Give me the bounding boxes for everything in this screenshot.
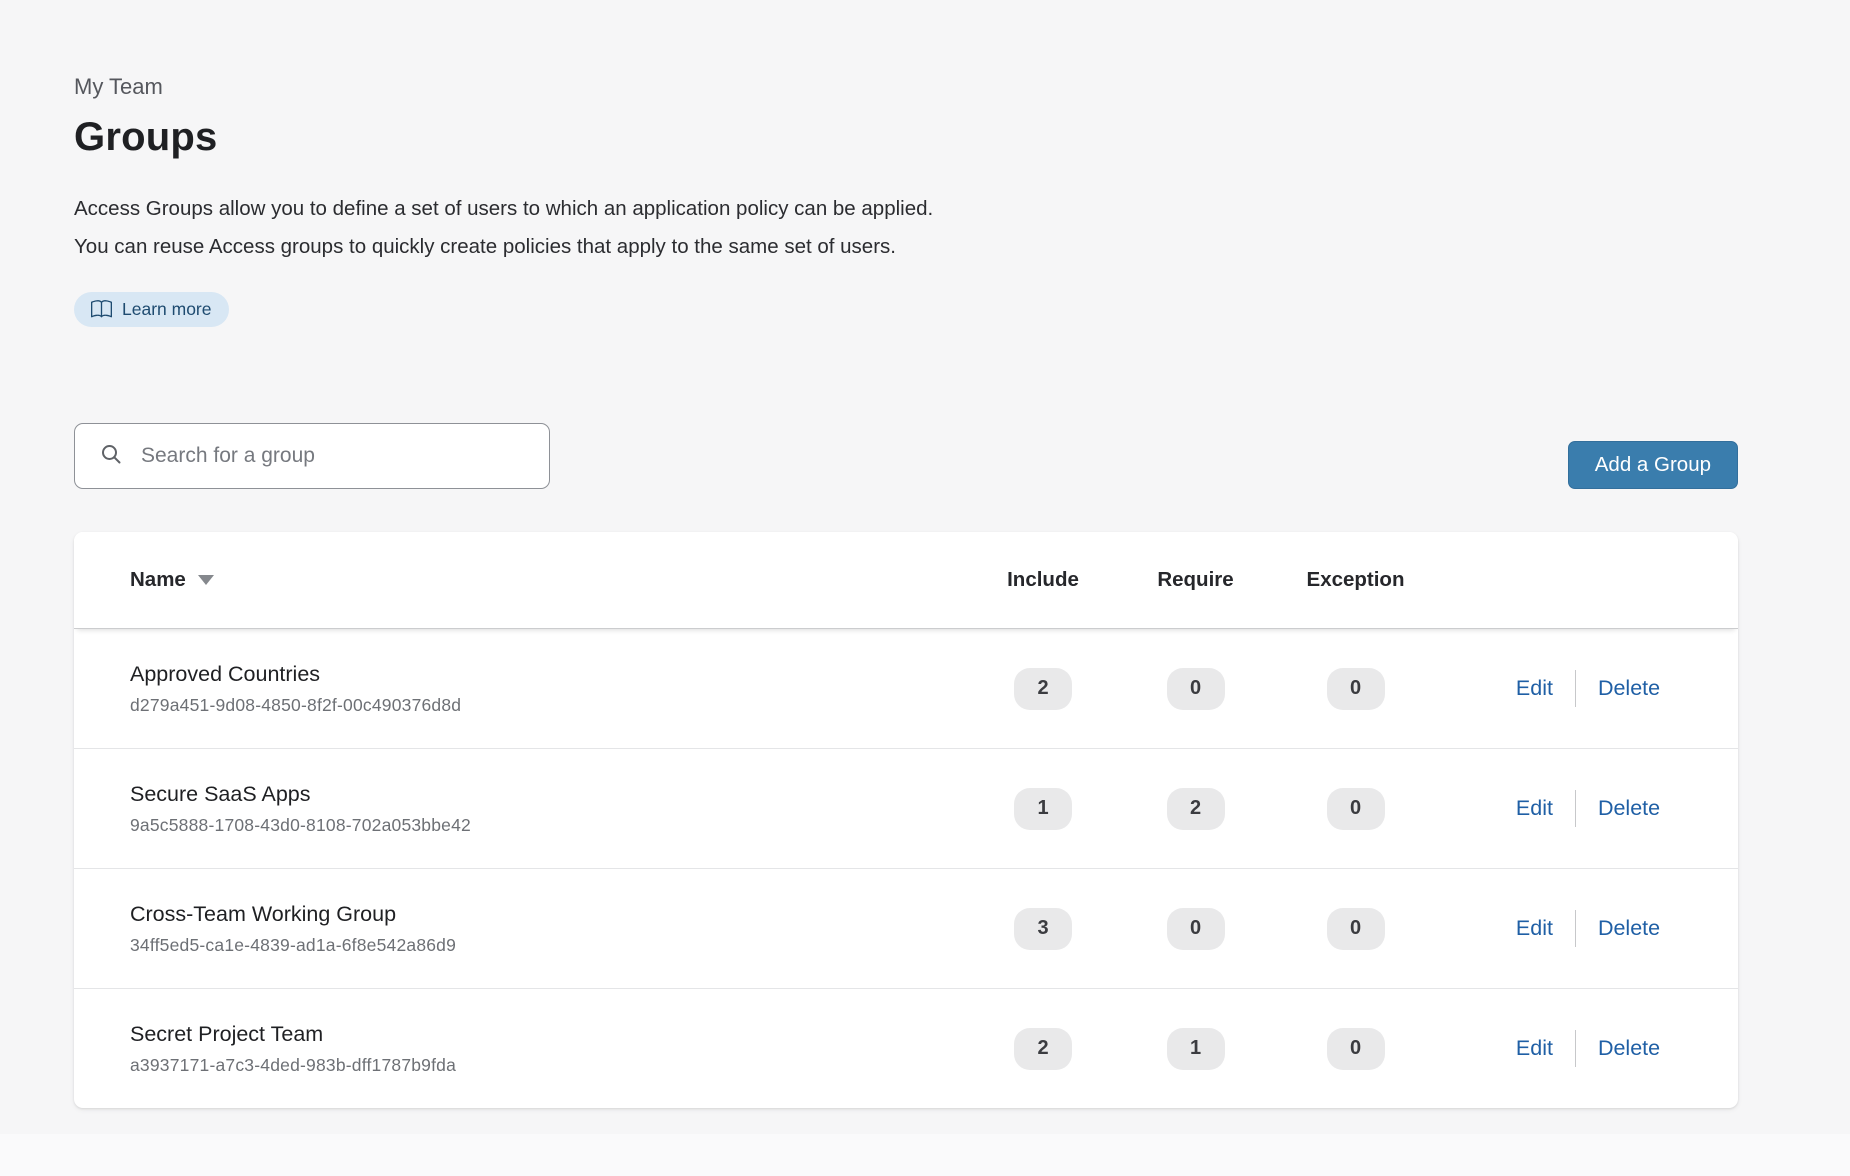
row-actions: Edit Delete [1438, 1030, 1738, 1067]
column-header-include: Include [968, 568, 1118, 592]
group-name: Approved Countries [130, 661, 968, 688]
include-cell: 1 [968, 788, 1118, 830]
require-count-badge: 1 [1167, 1028, 1225, 1070]
require-cell: 0 [1118, 908, 1273, 950]
name-header-label: Name [130, 568, 186, 592]
group-id: d279a451-9d08-4850-8f2f-00c490376d8d [130, 695, 968, 716]
include-cell: 2 [968, 668, 1118, 710]
table-row: Cross-Team Working Group 34ff5ed5-ca1e-4… [74, 868, 1738, 988]
learn-more-link[interactable]: Learn more [74, 292, 229, 327]
table-header: Name Include Require Exception [74, 532, 1738, 629]
edit-link[interactable]: Edit [1516, 916, 1553, 941]
delete-link[interactable]: Delete [1598, 796, 1660, 821]
breadcrumb[interactable]: My Team [74, 74, 1738, 100]
column-header-require: Require [1118, 568, 1273, 592]
description-line-1: Access Groups allow you to define a set … [74, 190, 1738, 228]
toolbar: Add a Group [74, 423, 1738, 489]
edit-link[interactable]: Edit [1516, 676, 1553, 701]
sort-descending-icon [198, 575, 214, 585]
table-row: Approved Countries d279a451-9d08-4850-8f… [74, 629, 1738, 748]
edit-link[interactable]: Edit [1516, 1036, 1553, 1061]
group-name: Cross-Team Working Group [130, 901, 968, 928]
require-count-badge: 0 [1167, 668, 1225, 710]
page-bottom-strip [0, 1134, 1850, 1176]
require-cell: 2 [1118, 788, 1273, 830]
description-line-2: You can reuse Access groups to quickly c… [74, 228, 1738, 266]
table-row: Secret Project Team a3937171-a7c3-4ded-9… [74, 988, 1738, 1108]
group-search[interactable] [74, 423, 550, 489]
page-title: Groups [74, 114, 1738, 160]
group-id: a3937171-a7c3-4ded-983b-dff1787b9fda [130, 1055, 968, 1076]
groups-table: Name Include Require Exception Approved … [74, 532, 1738, 1108]
action-divider [1575, 790, 1576, 827]
row-actions: Edit Delete [1438, 910, 1738, 947]
include-cell: 2 [968, 1028, 1118, 1070]
search-icon [99, 442, 123, 471]
group-name-cell: Secure SaaS Apps 9a5c5888-1708-43d0-8108… [74, 781, 968, 836]
group-name: Secret Project Team [130, 1021, 968, 1048]
group-id: 34ff5ed5-ca1e-4839-ad1a-6f8e542a86d9 [130, 935, 968, 956]
page-description: Access Groups allow you to define a set … [74, 190, 1738, 266]
action-divider [1575, 670, 1576, 707]
group-name-cell: Cross-Team Working Group 34ff5ed5-ca1e-4… [74, 901, 968, 956]
exception-count-badge: 0 [1327, 668, 1385, 710]
exception-count-badge: 0 [1327, 788, 1385, 830]
group-id: 9a5c5888-1708-43d0-8108-702a053bbe42 [130, 815, 968, 836]
exception-cell: 0 [1273, 788, 1438, 830]
delete-link[interactable]: Delete [1598, 1036, 1660, 1061]
row-actions: Edit Delete [1438, 790, 1738, 827]
delete-link[interactable]: Delete [1598, 916, 1660, 941]
add-group-button[interactable]: Add a Group [1568, 441, 1738, 489]
include-cell: 3 [968, 908, 1118, 950]
include-count-badge: 3 [1014, 908, 1072, 950]
include-count-badge: 2 [1014, 1028, 1072, 1070]
require-count-badge: 2 [1167, 788, 1225, 830]
require-count-badge: 0 [1167, 908, 1225, 950]
action-divider [1575, 1030, 1576, 1067]
exception-cell: 0 [1273, 1028, 1438, 1070]
include-count-badge: 2 [1014, 668, 1072, 710]
exception-count-badge: 0 [1327, 1028, 1385, 1070]
table-row: Secure SaaS Apps 9a5c5888-1708-43d0-8108… [74, 748, 1738, 868]
exception-cell: 0 [1273, 668, 1438, 710]
column-header-exception: Exception [1273, 568, 1438, 592]
group-name: Secure SaaS Apps [130, 781, 968, 808]
row-actions: Edit Delete [1438, 670, 1738, 707]
require-cell: 1 [1118, 1028, 1273, 1070]
column-header-name[interactable]: Name [74, 568, 968, 592]
exception-cell: 0 [1273, 908, 1438, 950]
learn-more-label: Learn more [122, 299, 212, 320]
open-book-icon [91, 299, 112, 320]
require-cell: 0 [1118, 668, 1273, 710]
include-count-badge: 1 [1014, 788, 1072, 830]
action-divider [1575, 910, 1576, 947]
table-body: Approved Countries d279a451-9d08-4850-8f… [74, 629, 1738, 1108]
edit-link[interactable]: Edit [1516, 796, 1553, 821]
delete-link[interactable]: Delete [1598, 676, 1660, 701]
group-name-cell: Secret Project Team a3937171-a7c3-4ded-9… [74, 1021, 968, 1076]
group-name-cell: Approved Countries d279a451-9d08-4850-8f… [74, 661, 968, 716]
search-input[interactable] [139, 443, 529, 469]
groups-page: My Team Groups Access Groups allow you t… [0, 0, 1738, 1108]
exception-count-badge: 0 [1327, 908, 1385, 950]
